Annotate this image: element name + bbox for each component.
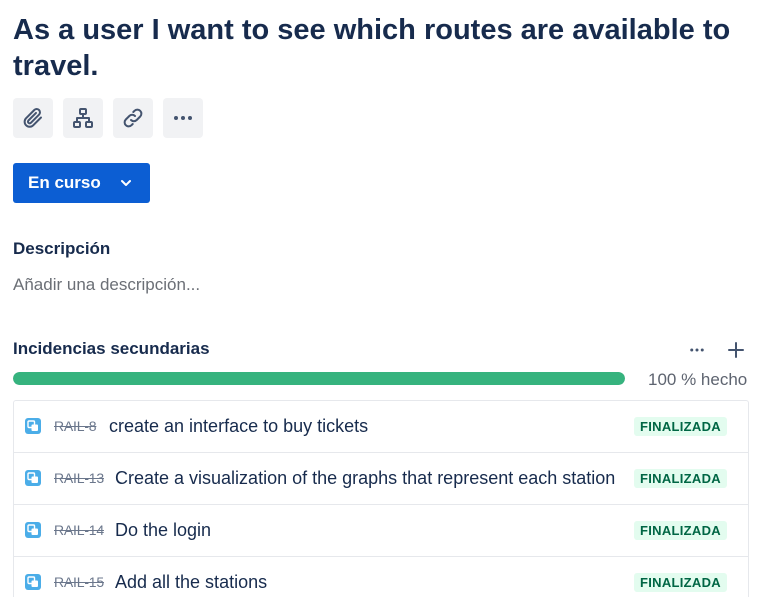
subtasks-list: RAIL-8 create an interface to buy tickets… <box>13 400 749 597</box>
paperclip-icon <box>21 106 45 130</box>
add-subtask-button[interactable] <box>726 340 746 365</box>
subtasks-heading: Incidencias secundarias <box>13 339 210 358</box>
subtasks-progress-fill <box>13 372 625 385</box>
subtask-type-icon <box>25 470 41 486</box>
subtask-row[interactable]: RAIL-13 Create a visualization of the gra… <box>14 453 748 505</box>
subtask-row[interactable]: RAIL-14 Do the login FINALIZADA <box>14 505 748 557</box>
subtasks-more-button[interactable] <box>688 341 706 364</box>
subtask-key[interactable]: RAIL-13 <box>54 470 104 486</box>
subtasks-actions <box>688 340 746 365</box>
status-badge[interactable]: FINALIZADA <box>634 469 727 488</box>
status-badge[interactable]: FINALIZADA <box>634 573 727 592</box>
status-badge[interactable]: FINALIZADA <box>634 417 727 436</box>
hierarchy-icon <box>71 106 95 130</box>
chevron-down-icon <box>119 176 133 190</box>
subtask-summary[interactable]: create an interface to buy tickets <box>109 416 368 437</box>
link-icon <box>121 106 145 130</box>
subtask-key[interactable]: RAIL-14 <box>54 522 104 538</box>
subtasks-progress-label: 100 % hecho <box>648 370 748 389</box>
subtask-type-icon <box>25 418 41 434</box>
more-icon <box>171 106 195 130</box>
subtask-key[interactable]: RAIL-15 <box>54 574 104 590</box>
description-field[interactable]: Añadir una descripción... <box>13 275 200 295</box>
subtask-key[interactable]: RAIL-8 <box>54 418 97 434</box>
more-icon <box>688 341 706 364</box>
more-actions-button[interactable] <box>163 98 203 138</box>
plus-icon <box>726 340 746 365</box>
status-label: En curso <box>28 173 101 192</box>
subtask-type-icon <box>25 522 41 538</box>
issue-title[interactable]: As a user I want to see which routes are… <box>13 12 753 84</box>
subtask-summary[interactable]: Create a visualization of the graphs tha… <box>115 468 615 489</box>
child-issue-button[interactable] <box>63 98 103 138</box>
subtask-row[interactable]: RAIL-15 Add all the stations FINALIZADA <box>14 557 748 597</box>
subtask-row[interactable]: RAIL-8 create an interface to buy tickets… <box>14 401 748 453</box>
status-dropdown-button[interactable]: En curso <box>13 163 150 203</box>
subtask-summary[interactable]: Do the login <box>115 520 211 541</box>
description-heading: Descripción <box>13 239 111 258</box>
issue-view: As a user I want to see which routes are… <box>0 0 763 597</box>
attach-button[interactable] <box>13 98 53 138</box>
subtasks-progress-bar <box>13 372 625 385</box>
subtask-type-icon <box>25 574 41 590</box>
link-issue-button[interactable] <box>113 98 153 138</box>
subtask-summary[interactable]: Add all the stations <box>115 572 267 593</box>
status-badge[interactable]: FINALIZADA <box>634 521 727 540</box>
issue-toolbar <box>13 98 203 138</box>
